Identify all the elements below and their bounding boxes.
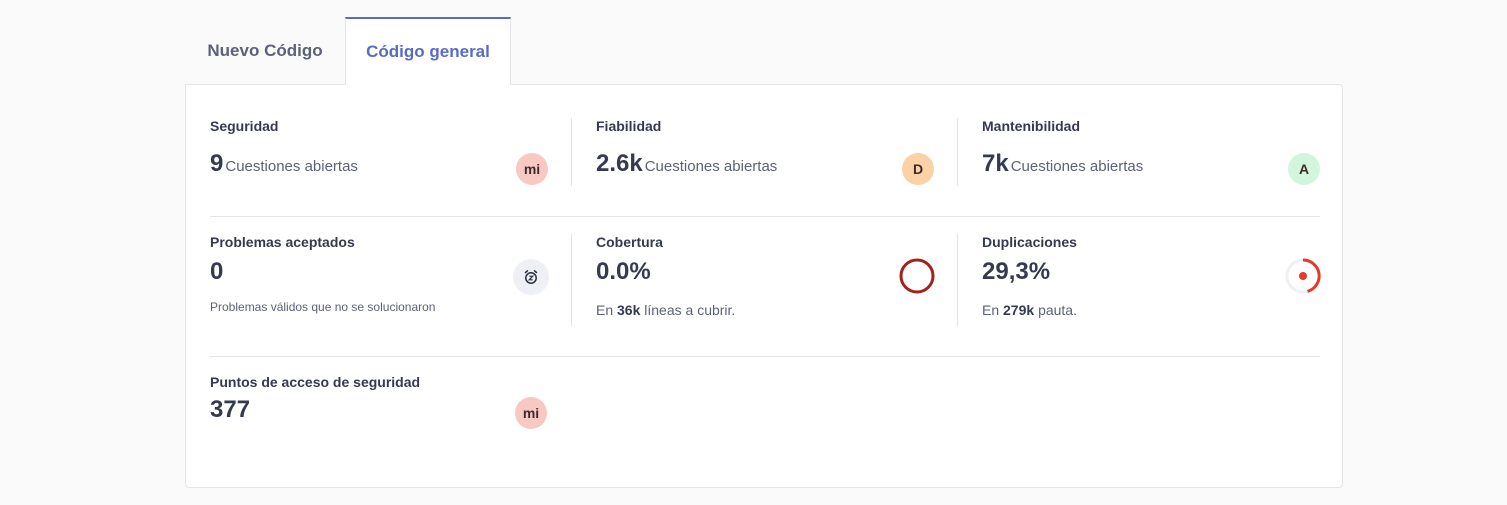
duplications-note-count[interactable]: 279k (1003, 302, 1034, 318)
alarm-clock-icon (513, 259, 549, 295)
duplications-value[interactable]: 29,3% (982, 258, 1320, 286)
duplications-donut-icon (1285, 258, 1321, 294)
maintainability-rating-badge[interactable]: A (1288, 153, 1320, 185)
reliability-card[interactable]: Fiabilidad 2.6k Cuestiones abiertas (596, 118, 934, 178)
coverage-note-suffix: líneas a cubrir. (644, 302, 736, 318)
duplications-note-suffix: pauta. (1038, 302, 1077, 318)
row-divider (210, 356, 1320, 357)
hotspots-rating-badge[interactable]: mi (515, 397, 547, 429)
row-divider (210, 216, 1320, 217)
security-card[interactable]: Seguridad 9 Cuestiones abiertas (210, 118, 548, 178)
tab-overall-code[interactable]: Código general (345, 17, 511, 85)
tab-bar: Nuevo Código Código general (185, 17, 511, 85)
coverage-label: Cobertura (596, 234, 663, 250)
security-rating-badge[interactable]: mi (516, 153, 548, 185)
divider (957, 118, 958, 186)
reliability-value[interactable]: 2.6k (596, 150, 643, 177)
accepted-value[interactable]: 0 (210, 258, 548, 286)
reliability-label: Fiabilidad (596, 118, 662, 134)
maintainability-suffix: Cuestiones abiertas (1010, 158, 1144, 175)
coverage-value[interactable]: 0.0% (596, 258, 934, 286)
duplications-card[interactable]: Duplicaciones 29,3% En 279k pauta. (982, 234, 1320, 318)
accepted-note: Problemas válidos que no se solucionaron (210, 300, 436, 314)
duplications-note: En 279k pauta. (982, 302, 1320, 318)
coverage-ring-icon (899, 258, 935, 294)
security-suffix: Cuestiones abiertas (225, 158, 358, 175)
tab-new-code[interactable]: Nuevo Código (185, 17, 345, 85)
divider (571, 234, 572, 326)
security-label: Seguridad (210, 118, 279, 134)
security-hotspots-card[interactable]: Puntos de acceso de seguridad 377 (210, 374, 548, 424)
maintainability-value[interactable]: 7k (982, 150, 1009, 177)
divider (571, 118, 572, 186)
security-value[interactable]: 9 (210, 150, 223, 177)
reliability-suffix: Cuestiones abiertas (644, 158, 778, 175)
maintainability-card[interactable]: Mantenibilidad 7k Cuestiones abiertas (982, 118, 1320, 178)
reliability-rating-badge[interactable]: D (902, 153, 934, 185)
hotspots-label: Puntos de acceso de seguridad (210, 374, 421, 390)
hotspots-value[interactable]: 377 (210, 396, 548, 424)
coverage-note-count[interactable]: 36k (617, 302, 640, 318)
coverage-note: En 36k líneas a cubrir. (596, 302, 934, 318)
accepted-label: Problemas aceptados (210, 234, 355, 250)
measures-panel: Seguridad 9 Cuestiones abiertas mi Fiabil… (185, 84, 1343, 488)
duplications-label: Duplicaciones (982, 234, 1077, 250)
divider (957, 234, 958, 326)
maintainability-label: Mantenibilidad (982, 118, 1080, 134)
coverage-note-prefix: En (596, 302, 614, 318)
accepted-issues-card[interactable]: Problemas aceptados 0 Problemas válidos … (210, 234, 548, 314)
coverage-card[interactable]: Cobertura 0.0% En 36k líneas a cubrir. (596, 234, 934, 318)
duplications-note-prefix: En (982, 302, 1000, 318)
